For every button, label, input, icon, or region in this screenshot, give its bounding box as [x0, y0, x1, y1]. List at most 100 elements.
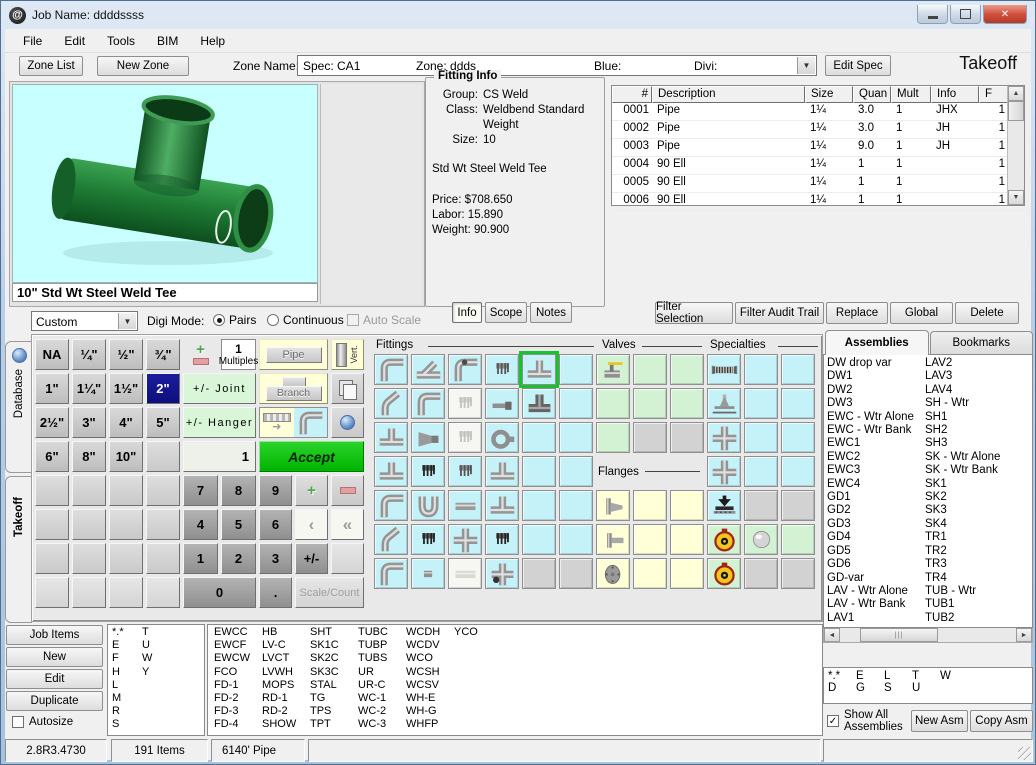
vertical-pipe-button[interactable]: Vert.	[331, 339, 364, 370]
global-button[interactable]: Global	[890, 302, 953, 324]
filter-item[interactable]: F	[112, 652, 142, 665]
fitting-cell-empty[interactable]	[522, 422, 556, 453]
code-item[interactable]: LVCT	[262, 652, 310, 665]
assembly-item[interactable]: TUB2	[925, 612, 1032, 625]
size-button-NA[interactable]: NA	[35, 339, 69, 370]
fitting-cell-empty[interactable]	[596, 422, 630, 453]
scrollbar-thumb[interactable]	[1008, 101, 1024, 121]
fitting-cell-empty[interactable]	[559, 490, 593, 521]
fitting-cell-gauge[interactable]	[707, 524, 741, 555]
filter-item[interactable]: E	[112, 639, 142, 652]
fitting-cell-mech-fitting[interactable]	[485, 388, 519, 419]
plus-icon[interactable]: +	[196, 345, 205, 355]
code-item[interactable]: TPT	[310, 718, 358, 731]
pipe-button-cell[interactable]: Pipe	[259, 339, 328, 370]
key-3[interactable]: 3	[259, 543, 292, 574]
code-item[interactable]: TPS	[310, 705, 358, 718]
minus-icon[interactable]	[193, 358, 209, 365]
key-8[interactable]: 8	[221, 475, 256, 506]
assembly-item[interactable]: TUB1	[925, 598, 1032, 611]
joint-toggle-button[interactable]: +/- Joint	[183, 373, 256, 404]
table-column-header[interactable]: F	[979, 86, 1008, 103]
zone-combobox[interactable]: Spec: CA1 Zone: ddds Blue: Divi: ▼	[297, 55, 817, 76]
assembly-item[interactable]: SK2	[925, 491, 1032, 504]
menu-item-file[interactable]: File	[13, 31, 52, 51]
code-item[interactable]: UR	[358, 666, 406, 679]
info-tab-button[interactable]: Info	[452, 302, 482, 323]
scale-count-button[interactable]: Scale/Count	[295, 577, 364, 608]
assembly-item[interactable]: EWC4	[827, 478, 925, 491]
multiples-box[interactable]: 1Multiples	[221, 339, 256, 370]
fitting-cell-empty[interactable]	[781, 354, 815, 385]
assembly-item[interactable]: DW drop var	[827, 357, 925, 370]
fitting-cell-ball[interactable]	[744, 524, 778, 555]
fitting-cell-empty[interactable]	[522, 558, 556, 589]
code-item[interactable]: FD-2	[214, 692, 262, 705]
branch-button[interactable]: Branch	[266, 386, 322, 401]
fitting-cell-coupling[interactable]	[448, 490, 482, 521]
fitting-cell-ribbed-connector[interactable]	[707, 354, 741, 385]
fitting-cell-empty[interactable]	[781, 558, 815, 589]
filter-item[interactable]	[142, 692, 204, 705]
assembly-filter-item[interactable]: E	[856, 670, 884, 682]
new-zone-button[interactable]: New Zone	[97, 56, 189, 76]
fitting-cell-empty[interactable]	[633, 422, 667, 453]
blank-key[interactable]	[72, 543, 106, 574]
code-item[interactable]: LV-C	[262, 639, 310, 652]
key-4[interactable]: 4	[183, 509, 218, 540]
code-item[interactable]: YCO	[454, 626, 502, 639]
fitting-cell-empty[interactable]	[781, 490, 815, 521]
table-scrollbar[interactable]: ▲ ▼	[1007, 86, 1024, 205]
fitting-cell-clamp-ring[interactable]	[485, 422, 519, 453]
assembly-item[interactable]: GD-var	[827, 572, 925, 585]
fitting-cell-flange-weld-neck[interactable]	[596, 490, 630, 521]
plus-minus-key[interactable]: +/-	[295, 543, 328, 574]
fitting-cell-flanged-valve-dark[interactable]	[707, 490, 741, 521]
fitting-cell-empty[interactable]	[559, 422, 593, 453]
assembly-item[interactable]: LAV1	[827, 612, 925, 625]
code-item[interactable]	[454, 705, 502, 718]
resize-grip[interactable]	[1018, 747, 1031, 760]
code-item[interactable]: EWCC	[214, 626, 262, 639]
table-row[interactable]: 0003Pipe1¼9.01JH1	[612, 139, 1024, 157]
scroll-left-icon[interactable]: ◄	[824, 628, 840, 642]
chevron-down-icon[interactable]: ▼	[797, 57, 815, 74]
assembly-item[interactable]: DW3	[827, 397, 925, 410]
assembly-item[interactable]: EWC3	[827, 464, 925, 477]
fitting-cell-elbow-90[interactable]	[374, 354, 408, 385]
fitting-cell-empty[interactable]	[744, 558, 778, 589]
blank-key[interactable]	[72, 509, 106, 540]
size-button-2½"[interactable]: 2½"	[35, 407, 69, 438]
blank-key[interactable]	[146, 475, 180, 506]
assembly-item[interactable]: TR4	[925, 572, 1032, 585]
hanger-toggle-button[interactable]: +/- Hanger	[183, 407, 256, 438]
fitting-cell-empty[interactable]	[522, 456, 556, 487]
fitting-cell-street-elbow[interactable]	[448, 354, 482, 385]
fitting-cell-elbow-90[interactable]	[411, 388, 445, 419]
fitting-cell-elbow-45[interactable]	[374, 524, 408, 555]
blank-key[interactable]	[331, 543, 364, 574]
assembly-item[interactable]: EWC2	[827, 451, 925, 464]
fitting-cell-weld-tee[interactable]	[522, 354, 556, 385]
fitting-cell-elbow-45[interactable]	[374, 388, 408, 419]
fitting-cell-threaded-dark[interactable]	[411, 524, 445, 555]
fitting-cell-threaded-nipple[interactable]	[448, 456, 482, 487]
checkbox-icon[interactable]	[347, 314, 359, 326]
assembly-item[interactable]: SH1	[925, 411, 1032, 424]
size-button-1"[interactable]: 1"	[35, 373, 69, 404]
code-item[interactable]: EWCW	[214, 652, 262, 665]
blank-key[interactable]	[109, 475, 143, 506]
autosize-checkbox[interactable]: Autosize	[6, 713, 105, 728]
fitting-cell-dark-tee[interactable]	[522, 388, 556, 419]
code-item[interactable]: WH-G	[406, 705, 454, 718]
filter-selection-button[interactable]: Filter Selection	[655, 302, 733, 324]
assembly-item[interactable]: GD6	[827, 558, 925, 571]
fitting-cell-empty[interactable]	[633, 558, 667, 589]
pipe-to-fitting-button[interactable]: ➜	[259, 407, 328, 438]
assembly-filter-item[interactable]: *.*	[828, 670, 856, 682]
assembly-item[interactable]: SH3	[925, 437, 1032, 450]
table-row[interactable]: 000590 Ell1¼111	[612, 175, 1024, 193]
fitting-cell-empty[interactable]	[670, 524, 704, 555]
assemblies-scrollbar[interactable]: ◄ ||| ►	[823, 628, 1033, 643]
delete-button[interactable]: Delete	[955, 302, 1019, 324]
